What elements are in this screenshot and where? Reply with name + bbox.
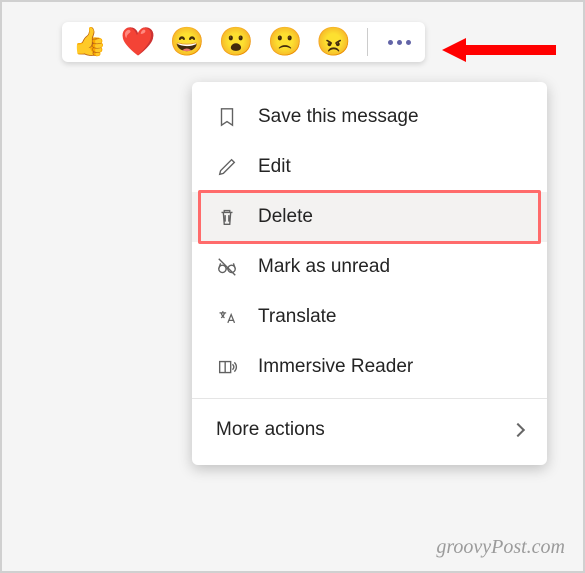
translate-icon (216, 306, 238, 328)
delete-highlight-box (198, 190, 541, 244)
sad-reaction[interactable]: 🙁 (268, 28, 303, 56)
menu-divider (192, 398, 547, 399)
menu-label: Delete (258, 206, 313, 228)
menu-item-immersive-reader[interactable]: Immersive Reader (192, 342, 547, 392)
laugh-reaction[interactable]: 😄 (170, 28, 205, 56)
menu-item-save[interactable]: Save this message (192, 92, 547, 142)
surprised-reaction[interactable]: 😮 (219, 28, 254, 56)
more-options-button[interactable] (384, 36, 415, 49)
pencil-icon (216, 156, 238, 178)
menu-item-mark-unread[interactable]: Mark as unread (192, 242, 547, 292)
bookmark-icon (216, 106, 238, 128)
book-sound-icon (216, 356, 238, 378)
reaction-bar: 👍 ❤️ 😄 😮 🙁 😠 (62, 22, 425, 62)
glasses-off-icon (216, 256, 238, 278)
chevron-right-icon (511, 423, 525, 437)
menu-item-translate[interactable]: Translate (192, 292, 547, 342)
menu-label: Save this message (258, 106, 419, 128)
menu-label: Edit (258, 156, 291, 178)
angry-reaction[interactable]: 😠 (316, 28, 351, 56)
menu-item-edit[interactable]: Edit (192, 142, 547, 192)
reaction-divider (367, 28, 368, 56)
message-context-menu: Save this message Edit Delete Mark as un… (192, 82, 547, 465)
thumbs-up-reaction[interactable]: 👍 (72, 28, 107, 56)
menu-item-more-actions[interactable]: More actions (192, 405, 547, 455)
trash-icon (216, 206, 238, 228)
heart-reaction[interactable]: ❤️ (121, 28, 156, 56)
menu-label: Mark as unread (258, 256, 390, 278)
watermark-text: groovyPost.com (436, 536, 565, 559)
menu-item-delete[interactable]: Delete (192, 192, 547, 242)
menu-label: More actions (216, 419, 325, 441)
menu-label: Immersive Reader (258, 356, 413, 378)
menu-label: Translate (258, 306, 337, 328)
annotation-arrow (442, 38, 556, 62)
